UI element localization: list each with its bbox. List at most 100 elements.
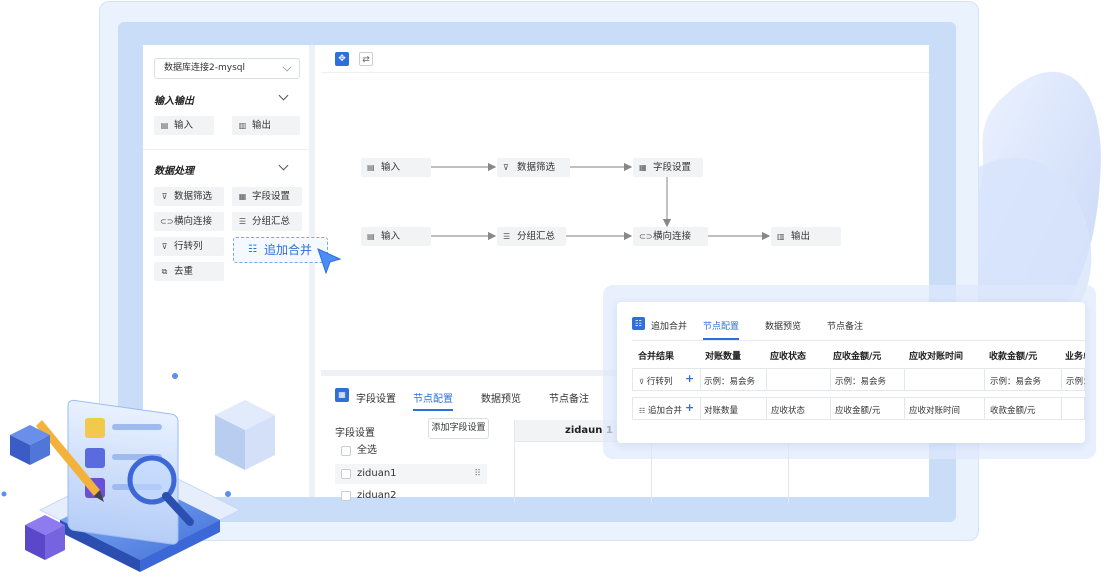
divider xyxy=(632,340,1085,341)
move-tool-icon[interactable]: ✥ xyxy=(335,52,349,66)
row-label: ziduan2 xyxy=(357,490,397,501)
select-all-row[interactable]: 全选 xyxy=(335,441,487,461)
table-cell: 收款金额/元 xyxy=(990,406,1036,416)
node-label: 分组汇总 xyxy=(517,231,556,242)
node-label: 数据筛选 xyxy=(517,162,556,173)
cell-line xyxy=(830,398,831,419)
component-join[interactable]: ⊂⊃ 横向连接 xyxy=(154,212,224,231)
field-settings-icon: ▦ xyxy=(238,192,247,201)
merge-icon: ☷ xyxy=(632,317,645,330)
checkbox[interactable] xyxy=(341,469,351,479)
column-header: 应收状态 xyxy=(770,352,807,362)
tab-data-preview[interactable]: 数据预览 xyxy=(765,319,801,332)
node-label: 横向连接 xyxy=(653,231,692,242)
drag-handle-icon[interactable]: ⠿ xyxy=(474,464,481,484)
flow-node-group-summary[interactable]: ☰ 分组汇总 xyxy=(497,227,566,246)
isometric-illustration xyxy=(1,373,275,572)
row-source-label: ☷ 追加合并 xyxy=(639,404,682,416)
database-select-value: 数据库连接2-mysql xyxy=(164,63,245,73)
row-label: 全选 xyxy=(357,445,377,456)
active-tab-underline xyxy=(413,409,453,411)
copy-icon: ⧉ xyxy=(161,267,168,276)
component-label: 数据筛选 xyxy=(174,191,213,202)
add-field-button[interactable]: 添加字段设置 xyxy=(428,418,489,439)
component-label: 分组汇总 xyxy=(252,216,291,227)
column-header: 应收金额/元 xyxy=(833,352,882,362)
add-icon[interactable]: + xyxy=(685,372,694,385)
cell-line xyxy=(904,398,905,419)
add-icon[interactable]: + xyxy=(685,401,694,414)
row-label: 追加合并 xyxy=(647,406,682,416)
flow-node-join[interactable]: ⊂⊃ 横向连接 xyxy=(633,227,708,246)
canvas-toolbar: ✥ ⇄ xyxy=(321,45,929,73)
layout-tool-icon[interactable]: ⇄ xyxy=(359,52,373,66)
component-label: 输出 xyxy=(252,120,272,131)
checkbox[interactable] xyxy=(341,491,351,501)
chevron-down-icon xyxy=(282,62,292,72)
row-label: 行转列 xyxy=(646,377,673,387)
table-cell: 示例：易会务 xyxy=(990,377,1042,387)
component-group-summary[interactable]: ☰ 分组汇总 xyxy=(232,212,302,231)
checkbox[interactable] xyxy=(341,446,351,456)
divider xyxy=(143,149,309,150)
drag-label: 追加合并 xyxy=(264,243,313,257)
flow-node-field-settings[interactable]: ▦ 字段设置 xyxy=(633,158,703,177)
component-pivot[interactable]: ⊽ 行转列 xyxy=(154,237,224,256)
component-output[interactable]: ▥ 输出 xyxy=(232,116,300,135)
list-icon: ☰ xyxy=(238,217,247,226)
node-label: 字段设置 xyxy=(653,162,692,173)
cell-line xyxy=(700,398,701,419)
flow-node-input-2[interactable]: ▤ 输入 xyxy=(361,227,431,246)
cell-line xyxy=(984,398,985,419)
tab-node-config[interactable]: 节点配置 xyxy=(703,319,739,332)
table-cell: 对账数量 xyxy=(704,406,739,416)
cell-line xyxy=(904,369,905,390)
export-icon: ▥ xyxy=(238,121,247,130)
chevron-down-icon[interactable] xyxy=(278,90,289,101)
cell-line xyxy=(766,398,767,419)
mouse-cursor-icon xyxy=(317,248,342,275)
merge-config-card: ☷ 追加合并 节点配置 数据预览 节点备注 合并结果 对账数量 应收状态 应收金… xyxy=(617,302,1085,443)
row-label: ziduan1 xyxy=(357,468,397,479)
component-input[interactable]: ▤ 输入 xyxy=(154,116,214,135)
merge-icon: ☷ xyxy=(639,407,646,415)
column-header: 合并结果 xyxy=(638,352,675,362)
database-icon: ▤ xyxy=(160,121,169,130)
cell-line xyxy=(1061,398,1062,419)
component-label: 横向连接 xyxy=(174,216,213,227)
component-field-settings[interactable]: ▦ 字段设置 xyxy=(232,187,302,206)
table-cell: 应收状态 xyxy=(771,406,806,416)
section-title-processing: 数据处理 xyxy=(154,166,194,177)
field-row[interactable]: ziduan2 xyxy=(335,486,487,506)
cell-line xyxy=(700,369,701,390)
flow-node-input-1[interactable]: ▤ 输入 xyxy=(361,158,431,177)
component-dedupe[interactable]: ⧉ 去重 xyxy=(154,262,224,281)
component-label: 行转列 xyxy=(174,241,203,252)
tab-data-preview[interactable]: 数据预览 xyxy=(481,390,521,405)
table-row: ☷ 追加合并 + 对账数量 应收状态 应收金额/元 应收对账时间 收款金额/元 xyxy=(632,397,1085,420)
table-cell: 示例： xyxy=(1066,377,1085,387)
export-icon: ▥ xyxy=(777,232,785,241)
table-cell: 应收金额/元 xyxy=(835,406,881,416)
cell-line xyxy=(830,369,831,390)
cell-line xyxy=(984,369,985,390)
row-source-label: ⊽ 行转列 xyxy=(639,375,672,387)
tab-node-config[interactable]: 节点配置 xyxy=(413,390,453,405)
chevron-down-icon[interactable] xyxy=(278,160,289,171)
database-select[interactable]: 数据库连接2-mysql xyxy=(154,58,300,79)
dragging-component-merge[interactable]: ☷ 追加合并 xyxy=(233,237,328,263)
tab-node-notes[interactable]: 节点备注 xyxy=(827,319,863,332)
flow-node-output[interactable]: ▥ 输出 xyxy=(771,227,841,246)
table-row: ⊽ 行转列 + 示例：易会务 示例：易会务 示例：易会务 示例： xyxy=(632,368,1085,391)
pivot-icon: ⊽ xyxy=(161,242,168,251)
cell-line xyxy=(1061,369,1062,390)
database-icon: ▤ xyxy=(367,232,375,241)
component-filter[interactable]: ⊽ 数据筛选 xyxy=(154,187,224,206)
field-row[interactable]: ziduan1 ⠿ xyxy=(335,464,487,484)
table-cell: 示例：易会务 xyxy=(835,377,887,387)
database-icon: ▤ xyxy=(367,163,375,172)
tab-node-notes[interactable]: 节点备注 xyxy=(549,390,589,405)
flow-node-filter[interactable]: ⊽ 数据筛选 xyxy=(497,158,570,177)
node-label: 输出 xyxy=(791,231,811,242)
node-label: 输入 xyxy=(381,231,401,242)
